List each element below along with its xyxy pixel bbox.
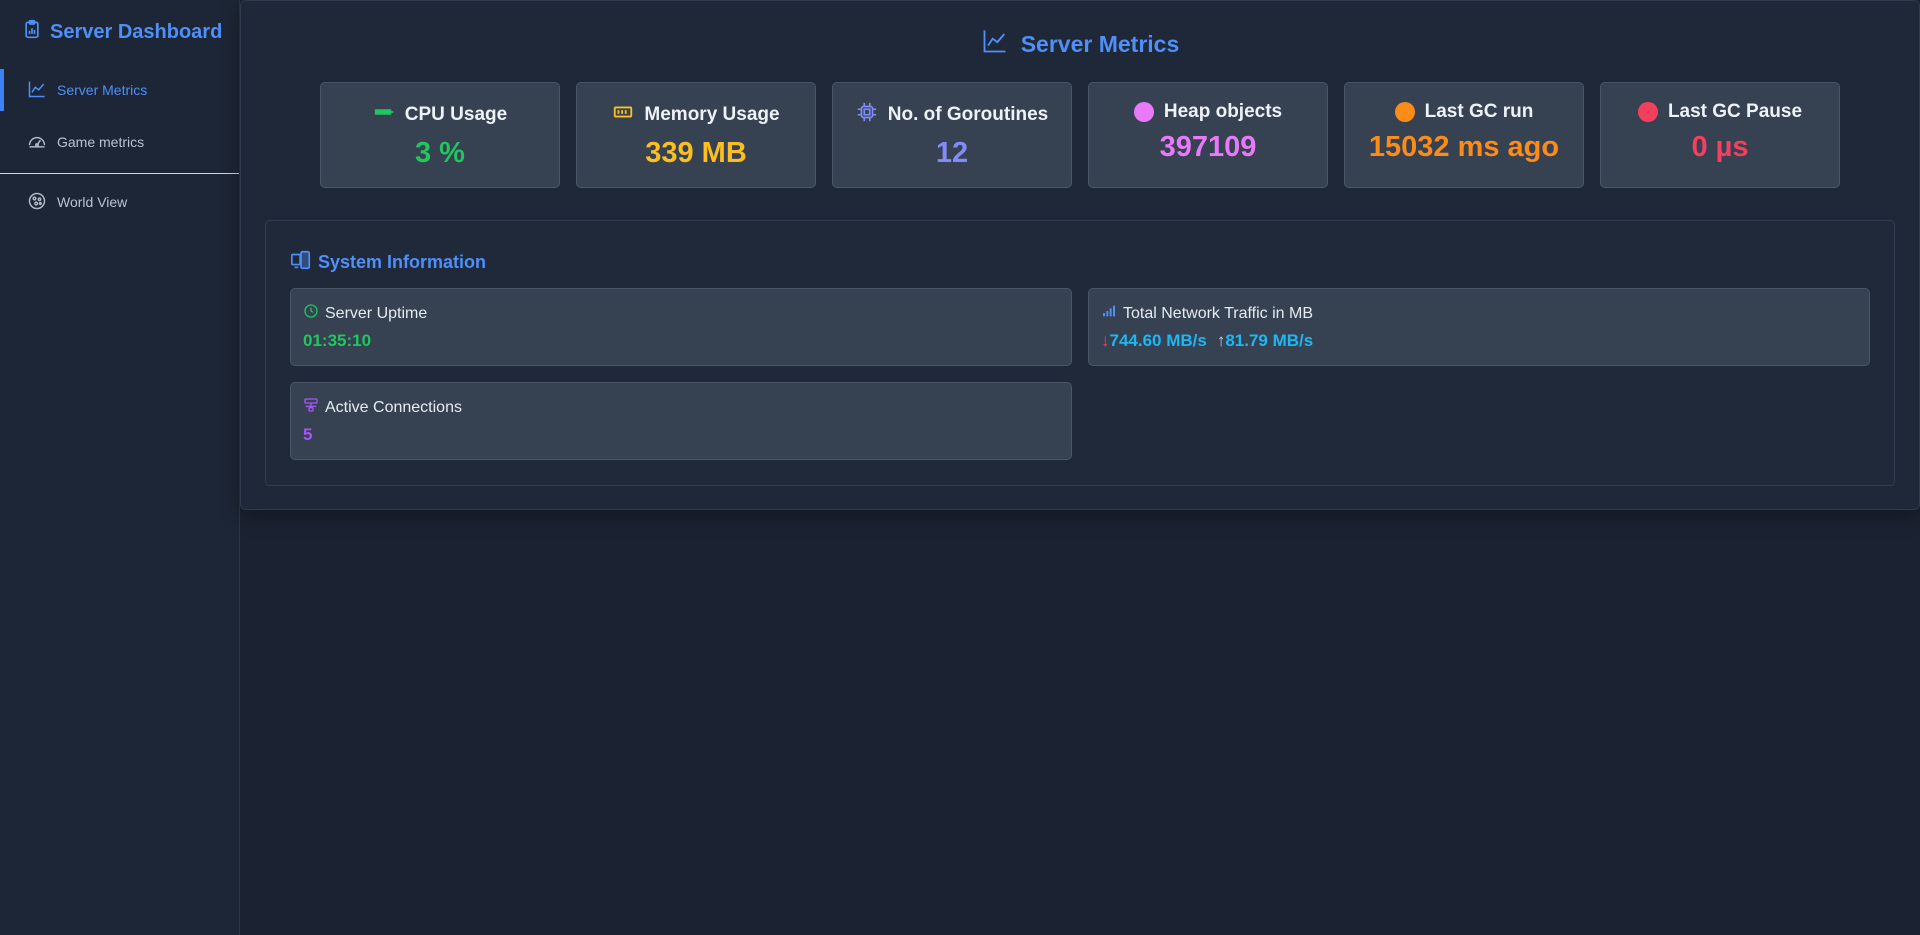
arrow-down-icon: ↓ (1101, 331, 1110, 350)
clock-icon (303, 303, 319, 324)
metric-card-heap: Heap objects 397109 (1088, 82, 1328, 188)
app-root: Server Dashboard Server Metrics Game met… (0, 0, 1920, 935)
metric-label: Last GC run (1424, 101, 1534, 122)
dot-icon (1637, 102, 1658, 122)
system-information: System Information Server Uptime 01:35:1… (265, 220, 1895, 486)
section-title: System Information (290, 249, 486, 276)
metric-label: Last GC Pause (1667, 101, 1803, 122)
sidebar-divider (0, 173, 239, 174)
sidebar-item-game-metrics[interactable]: Game metrics (0, 116, 239, 168)
metric-card-memory: Memory Usage 339 MB (576, 82, 816, 188)
network-icon (303, 397, 319, 418)
info-value: 01:35:10 (303, 331, 372, 350)
sidebar-item-world-view[interactable]: World View (0, 176, 239, 228)
info-label: Active Connections (325, 398, 462, 416)
brand[interactable]: Server Dashboard (0, 0, 239, 64)
metric-label: CPU Usage (404, 104, 508, 125)
sidebar-item-label: Server Metrics (57, 82, 148, 98)
server-metrics-panel: Server Metrics CPU Usage 3 % Memory Usag… (240, 0, 1920, 510)
line-chart-icon (27, 79, 47, 102)
metric-value: 12 (935, 137, 969, 169)
section-title-text: System Information (318, 252, 487, 272)
sidebar-item-label: Game metrics (57, 134, 145, 150)
info-label: Server Uptime (325, 304, 428, 322)
dot-icon (1394, 102, 1415, 122)
sidebar: Server Dashboard Server Metrics Game met… (0, 0, 240, 935)
metric-card-last-gc-run: Last GC run 15032 ms ago (1344, 82, 1584, 188)
clipboard-icon (22, 19, 42, 45)
metric-value: 339 MB (645, 137, 747, 169)
network-traffic-card: Total Network Traffic in MB ↓744.60 MB/s… (1088, 288, 1870, 366)
info-value: 5 (303, 425, 313, 444)
network-values: ↓744.60 MB/s ↑81.79 MB/s (1101, 331, 1857, 351)
upload-rate: 81.79 MB/s (1225, 331, 1314, 350)
page-title: Server Metrics (241, 27, 1919, 61)
sidebar-item-server-metrics[interactable]: Server Metrics (0, 64, 239, 116)
gauge-icon (27, 131, 47, 154)
signal-bars-icon (1101, 303, 1117, 324)
metric-value: 397109 (1159, 131, 1257, 163)
brand-title: Server Dashboard (50, 20, 223, 43)
metric-label: Memory Usage (644, 104, 780, 125)
battery-icon (373, 101, 395, 129)
metric-cards: CPU Usage 3 % Memory Usage 339 MB No. of… (320, 82, 1840, 188)
metric-value: 15032 ms ago (1368, 131, 1560, 163)
globe-icon (27, 191, 47, 214)
metric-label: No. of Goroutines (887, 104, 1049, 125)
dot-icon (1133, 102, 1154, 122)
metric-label: Heap objects (1163, 101, 1283, 122)
devices-icon (290, 249, 312, 276)
metric-card-cpu: CPU Usage 3 % (320, 82, 560, 188)
metric-value: 3 % (415, 137, 465, 169)
metric-value: 0 µs (1691, 131, 1749, 163)
active-connections-card: Active Connections 5 (290, 382, 1072, 460)
metric-card-last-gc-pause: Last GC Pause 0 µs (1600, 82, 1840, 188)
main-content: Server Metrics CPU Usage 3 % Memory Usag… (240, 0, 1920, 935)
page-title-text: Server Metrics (1020, 30, 1180, 57)
line-chart-icon (981, 27, 1009, 61)
server-uptime-card: Server Uptime 01:35:10 (290, 288, 1072, 366)
info-label: Total Network Traffic in MB (1123, 304, 1313, 322)
metric-card-goroutines: No. of Goroutines 12 (832, 82, 1072, 188)
cpu-icon (856, 101, 878, 129)
memory-icon (612, 101, 634, 129)
download-rate: 744.60 MB/s (1109, 331, 1207, 350)
sidebar-item-label: World View (57, 194, 128, 210)
